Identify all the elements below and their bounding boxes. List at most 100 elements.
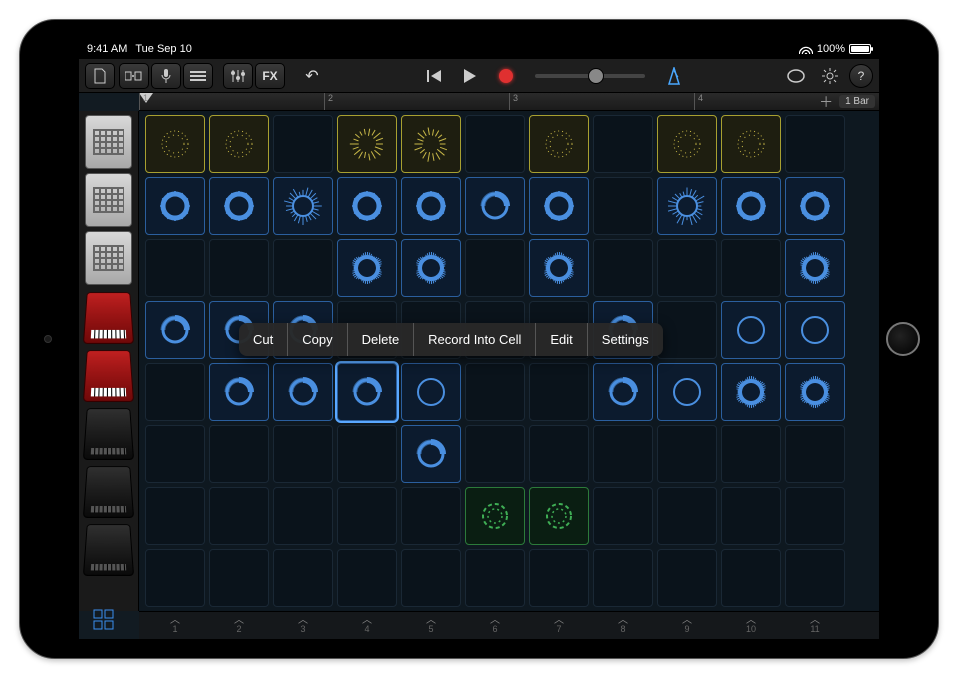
loop-cell-r6-c4[interactable]: [401, 487, 461, 545]
loop-cell-r3-c9[interactable]: [721, 301, 781, 359]
track-header-drum-machine-3[interactable]: [85, 231, 132, 285]
column-trigger-4[interactable]: ︿4: [337, 612, 397, 639]
live-loops-mode-icon[interactable]: [93, 609, 115, 637]
ctx-edit[interactable]: Edit: [536, 323, 587, 356]
track-header-drum-machine-1[interactable]: [85, 115, 132, 169]
loop-cell-r4-c4[interactable]: [401, 363, 461, 421]
loop-cell-r0-c4[interactable]: [401, 115, 461, 173]
settings-button[interactable]: [815, 63, 845, 89]
bar-length-label[interactable]: 1 Bar: [839, 95, 875, 108]
column-trigger-9[interactable]: ︿9: [657, 612, 717, 639]
ctx-copy[interactable]: Copy: [288, 323, 347, 356]
loop-cell-r7-c10[interactable]: [785, 549, 845, 607]
loop-cell-r4-c1[interactable]: [209, 363, 269, 421]
loop-cell-r7-c0[interactable]: [145, 549, 205, 607]
loop-cell-r7-c6[interactable]: [529, 549, 589, 607]
loop-cell-r7-c4[interactable]: [401, 549, 461, 607]
ctx-settings[interactable]: Settings: [588, 323, 663, 356]
loop-browser-button[interactable]: [781, 63, 811, 89]
loop-cell-r2-c5[interactable]: [465, 239, 525, 297]
loop-cell-r0-c6[interactable]: [529, 115, 589, 173]
loop-cell-r6-c3[interactable]: [337, 487, 397, 545]
loop-cell-r7-c5[interactable]: [465, 549, 525, 607]
loop-cell-r0-c10[interactable]: [785, 115, 845, 173]
column-trigger-6[interactable]: ︿6: [465, 612, 525, 639]
mixer-button[interactable]: [223, 63, 253, 89]
ctx-cut[interactable]: Cut: [239, 323, 288, 356]
loop-cell-r5-c8[interactable]: [657, 425, 717, 483]
loop-cell-r3-c8[interactable]: [657, 301, 717, 359]
loop-cell-r1-c5[interactable]: [465, 177, 525, 235]
loop-cell-r2-c6[interactable]: [529, 239, 589, 297]
loop-cell-r0-c7[interactable]: [593, 115, 653, 173]
column-trigger-2[interactable]: ︿2: [209, 612, 269, 639]
loop-cell-r5-c10[interactable]: [785, 425, 845, 483]
loop-cell-r1-c7[interactable]: [593, 177, 653, 235]
browser-button[interactable]: [119, 63, 149, 89]
volume-thumb[interactable]: [588, 68, 604, 84]
tracks-button[interactable]: [183, 63, 213, 89]
loop-cell-r5-c7[interactable]: [593, 425, 653, 483]
loop-cell-r2-c7[interactable]: [593, 239, 653, 297]
loop-cell-r4-c9[interactable]: [721, 363, 781, 421]
loop-cell-r7-c2[interactable]: [273, 549, 333, 607]
loop-cell-r5-c1[interactable]: [209, 425, 269, 483]
loop-cell-r6-c9[interactable]: [721, 487, 781, 545]
loop-cell-r2-c2[interactable]: [273, 239, 333, 297]
home-button[interactable]: [886, 322, 920, 356]
track-header-keys-dark-2[interactable]: [83, 466, 134, 518]
ctx-delete[interactable]: Delete: [348, 323, 415, 356]
loop-cell-r1-c8[interactable]: [657, 177, 717, 235]
column-trigger-11[interactable]: ︿11: [785, 612, 845, 639]
loop-cell-r5-c0[interactable]: [145, 425, 205, 483]
track-header-keys-dark-3[interactable]: [83, 524, 134, 576]
loop-cell-r1-c0[interactable]: [145, 177, 205, 235]
loop-cell-r1-c6[interactable]: [529, 177, 589, 235]
ctx-record-into-cell[interactable]: Record Into Cell: [414, 323, 536, 356]
column-trigger-5[interactable]: ︿5: [401, 612, 461, 639]
loop-cell-r5-c9[interactable]: [721, 425, 781, 483]
track-header-keys-dark-1[interactable]: [83, 408, 134, 460]
loop-cell-r5-c4[interactable]: [401, 425, 461, 483]
loop-cell-r6-c8[interactable]: [657, 487, 717, 545]
loop-cell-r5-c6[interactable]: [529, 425, 589, 483]
loop-cell-r2-c3[interactable]: [337, 239, 397, 297]
column-trigger-7[interactable]: ︿7: [529, 612, 589, 639]
mic-button[interactable]: [151, 63, 181, 89]
loop-cell-r7-c7[interactable]: [593, 549, 653, 607]
loop-cell-r0-c8[interactable]: [657, 115, 717, 173]
loop-cell-r6-c5[interactable]: [465, 487, 525, 545]
fx-button[interactable]: FX: [255, 63, 285, 89]
loop-cell-r1-c1[interactable]: [209, 177, 269, 235]
loop-cell-r6-c7[interactable]: [593, 487, 653, 545]
add-section-button[interactable]: ＋: [819, 92, 833, 112]
loop-cell-r2-c9[interactable]: [721, 239, 781, 297]
help-button[interactable]: ?: [849, 64, 873, 88]
undo-button[interactable]: ↶: [297, 63, 327, 89]
loop-cell-r6-c6[interactable]: [529, 487, 589, 545]
loop-cell-r6-c0[interactable]: [145, 487, 205, 545]
loop-cell-r0-c2[interactable]: [273, 115, 333, 173]
play-button[interactable]: [455, 63, 485, 89]
loop-cell-r2-c0[interactable]: [145, 239, 205, 297]
loop-cell-r4-c10[interactable]: [785, 363, 845, 421]
loop-cell-r4-c6[interactable]: [529, 363, 589, 421]
loop-cell-r4-c3[interactable]: [337, 363, 397, 421]
loop-cell-r4-c2[interactable]: [273, 363, 333, 421]
metronome-button[interactable]: [659, 63, 689, 89]
loop-cell-r4-c7[interactable]: [593, 363, 653, 421]
loop-cell-r4-c8[interactable]: [657, 363, 717, 421]
ruler[interactable]: ＋ 1 Bar 1234: [139, 93, 879, 111]
loop-cell-r5-c2[interactable]: [273, 425, 333, 483]
loop-cell-r1-c3[interactable]: [337, 177, 397, 235]
loop-cell-r7-c1[interactable]: [209, 549, 269, 607]
loop-cell-r1-c10[interactable]: [785, 177, 845, 235]
loop-cell-r6-c10[interactable]: [785, 487, 845, 545]
loop-cell-r7-c3[interactable]: [337, 549, 397, 607]
column-trigger-8[interactable]: ︿8: [593, 612, 653, 639]
track-header-keys-red-2[interactable]: [83, 350, 134, 402]
column-trigger-1[interactable]: ︿1: [145, 612, 205, 639]
loop-cell-r0-c1[interactable]: [209, 115, 269, 173]
mysongs-button[interactable]: [85, 63, 115, 89]
loop-cell-r2-c10[interactable]: [785, 239, 845, 297]
